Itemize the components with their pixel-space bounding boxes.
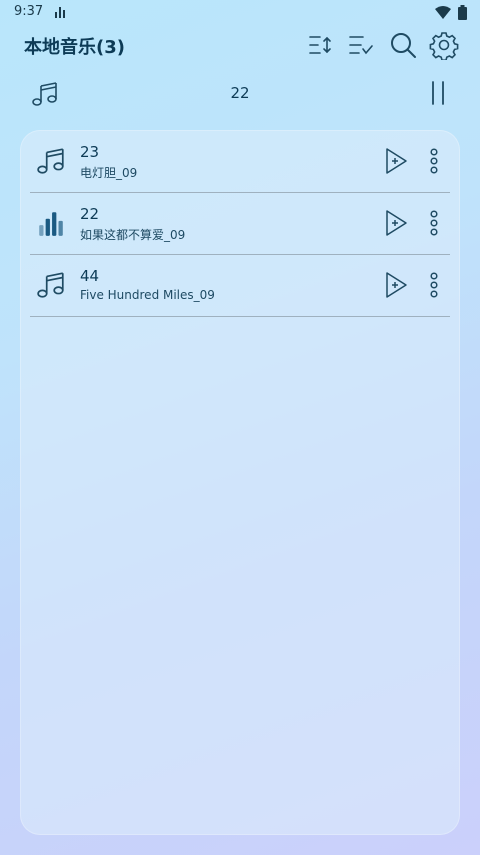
- song-subtitle: 电灯胆_09: [80, 166, 138, 180]
- song-title: 44: [80, 267, 100, 285]
- now-playing-bars-icon: [39, 212, 63, 236]
- more-options-button[interactable]: [428, 272, 440, 298]
- more-options-button[interactable]: [428, 148, 440, 174]
- pause-button[interactable]: [428, 80, 448, 106]
- sort-button[interactable]: [305, 30, 335, 60]
- now-playing-title: 22: [230, 84, 250, 102]
- gear-icon: [429, 32, 459, 61]
- song-subtitle: Five Hundred Miles_09: [80, 288, 215, 302]
- page-title: 本地音乐(3): [24, 37, 125, 58]
- settings-button[interactable]: [429, 30, 459, 61]
- status-bar: 9:37: [0, 0, 480, 26]
- sort-icon: [309, 36, 331, 54]
- signal-bars-icon: [55, 7, 65, 18]
- more-options-button[interactable]: [428, 210, 440, 236]
- song-list: 23 电灯胆_09 22 如果这都不算爱_09 44 Five Hundred …: [20, 130, 460, 835]
- add-to-queue-button[interactable]: [384, 209, 408, 237]
- search-icon: [391, 33, 416, 58]
- multi-select-icon: [349, 36, 373, 55]
- add-to-queue-button[interactable]: [384, 271, 408, 299]
- song-row[interactable]: 22 如果这都不算爱_09: [30, 192, 450, 255]
- music-note-icon: [37, 272, 64, 298]
- song-row[interactable]: 44 Five Hundred Miles_09: [30, 254, 450, 317]
- song-subtitle: 如果这都不算爱_09: [80, 228, 186, 242]
- search-button[interactable]: [388, 30, 418, 60]
- song-row[interactable]: 23 电灯胆_09: [30, 130, 450, 193]
- multi-select-button[interactable]: [346, 30, 376, 60]
- battery-icon: [458, 5, 467, 20]
- music-note-icon: [37, 148, 64, 174]
- status-time: 9:37: [14, 4, 44, 19]
- song-title: 23: [80, 143, 100, 161]
- song-title: 22: [80, 205, 100, 223]
- wifi-icon: [435, 6, 451, 19]
- add-to-queue-button[interactable]: [384, 147, 408, 175]
- now-playing-bar[interactable]: 22: [0, 72, 480, 116]
